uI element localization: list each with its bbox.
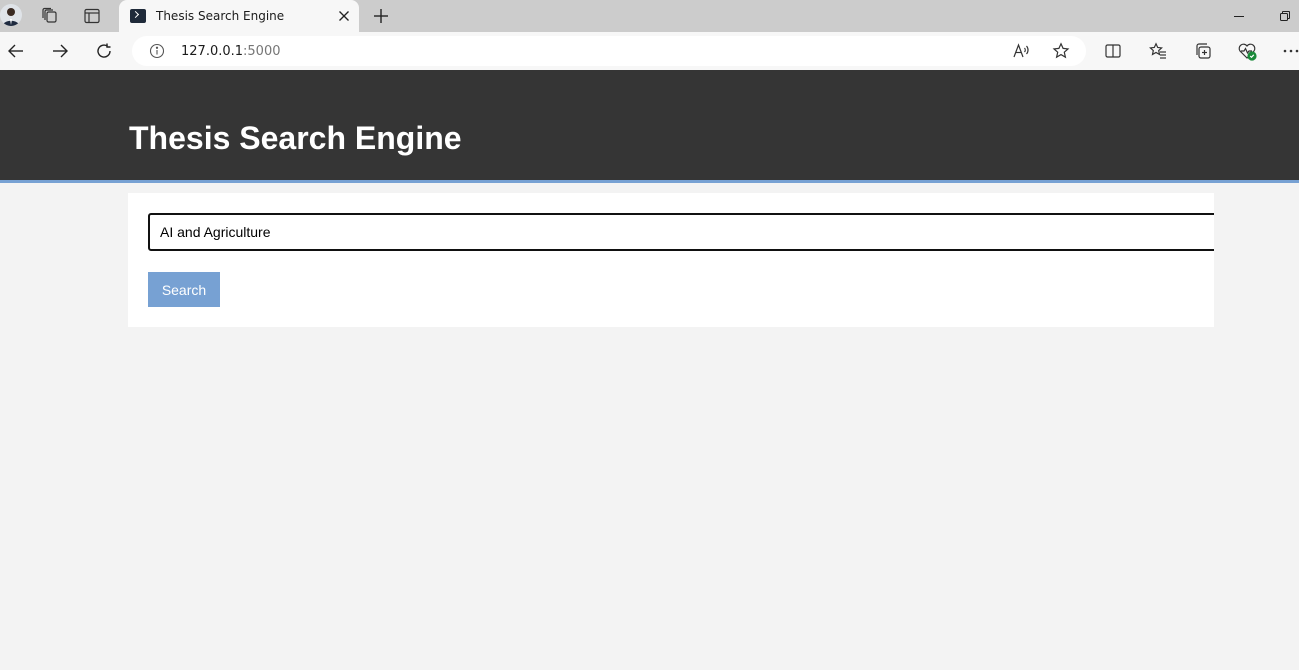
restore-icon[interactable]	[1273, 4, 1297, 28]
browser-toolbar: 127.0.0.1:5000	[0, 32, 1299, 70]
read-aloud-icon[interactable]	[1009, 39, 1033, 63]
page-title: Thesis Search Engine	[129, 120, 462, 156]
profile-avatar[interactable]	[0, 4, 22, 26]
url-host: 127.0.0.1	[181, 44, 244, 59]
favorite-star-icon[interactable]	[1049, 39, 1073, 63]
search-input[interactable]	[148, 213, 1214, 251]
tab-title: Thesis Search Engine	[156, 9, 285, 23]
workspaces-icon[interactable]	[38, 4, 62, 28]
more-icon[interactable]	[1279, 39, 1299, 63]
minimize-icon[interactable]	[1227, 4, 1251, 28]
back-icon[interactable]	[4, 39, 28, 63]
browser-essentials-icon[interactable]	[1235, 39, 1259, 63]
site-header: Thesis Search Engine	[0, 70, 1299, 183]
url-port: :5000	[243, 44, 281, 59]
refresh-icon[interactable]	[92, 39, 116, 63]
active-tab[interactable]: Thesis Search Engine	[119, 0, 359, 32]
split-screen-icon[interactable]	[1101, 39, 1125, 63]
collections-icon[interactable]	[1191, 39, 1215, 63]
close-icon[interactable]	[334, 6, 354, 26]
forward-icon[interactable]	[48, 39, 72, 63]
info-icon[interactable]	[149, 43, 165, 59]
tab-actions-icon[interactable]	[80, 4, 104, 28]
address-bar[interactable]: 127.0.0.1:5000	[132, 36, 1086, 66]
search-card: Search	[128, 193, 1214, 327]
tab-strip: Thesis Search Engine	[0, 0, 1299, 32]
search-button[interactable]: Search	[148, 272, 220, 307]
new-tab-icon[interactable]	[369, 4, 393, 28]
terminal-favicon	[130, 9, 146, 23]
page-content: Thesis Search Engine Search	[0, 70, 1299, 670]
favorites-icon[interactable]	[1146, 39, 1170, 63]
url-text: 127.0.0.1:5000	[181, 44, 281, 59]
